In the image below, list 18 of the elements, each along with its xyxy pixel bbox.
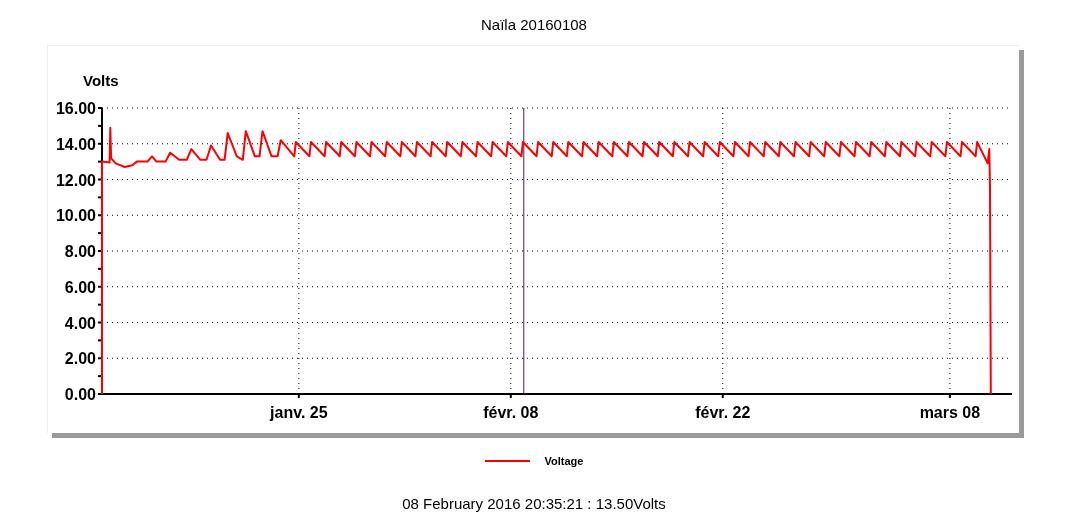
x-tick-label: mars 08 (919, 404, 981, 421)
chart-title: Naïla 20160108 (481, 16, 587, 34)
y-tick-label: 8.00 (64, 243, 96, 260)
y-tick-label: 4.00 (64, 314, 96, 332)
y-tick-label: 6.00 (64, 278, 96, 296)
y-tick-label: 0.00 (64, 386, 96, 403)
y-tick-label: 14.00 (55, 135, 96, 153)
y-tick-label: 16.00 (55, 100, 96, 117)
cursor-readout: 08 February 2016 20:35:21 : 13.50Volts (402, 495, 666, 512)
x-tick-label: janv. 25 (270, 404, 328, 421)
x-tick-label: févr. 08 (483, 404, 539, 421)
legend-line-icon (484, 459, 530, 463)
legend-label: Voltage (544, 455, 584, 467)
y-tick-label: 10.00 (55, 207, 96, 225)
y-tick-label: 2.00 (64, 350, 96, 368)
y-tick-label: 12.00 (55, 171, 96, 189)
x-tick-label: févr. 22 (695, 404, 751, 421)
y-axis-label: Volts (83, 72, 119, 89)
